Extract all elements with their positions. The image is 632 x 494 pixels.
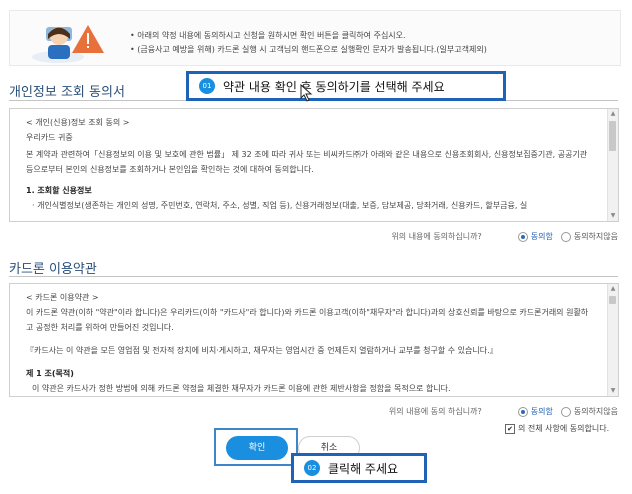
disagree-radio[interactable]: 동의하지않음 xyxy=(560,231,618,242)
disagree-label: 동의하지않음 xyxy=(573,232,618,241)
scroll-thumb[interactable] xyxy=(609,121,616,151)
callout-step-2: 02 클릭해 주세요 xyxy=(291,453,427,483)
disagree-label: 동의하지않음 xyxy=(573,407,618,416)
section-title-credit-info: 개인정보 조회 동의서 xyxy=(9,85,125,100)
agent-warning-illustration xyxy=(32,25,104,63)
callout-text: 클릭해 주세요 xyxy=(328,461,399,476)
checkbox-check-icon[interactable]: ✔ xyxy=(505,423,515,434)
terms-heading: < 카드론 이용약관 > xyxy=(26,293,99,302)
scroll-down-icon[interactable]: ▼ xyxy=(608,386,618,396)
terms-addressee: 우리카드 귀중 xyxy=(26,133,73,142)
terms-line: 이 약관은 카드사가 정한 방법에 의해 카드론 약정을 체결한 채무자가 카드… xyxy=(32,384,451,393)
cardloan-terms-box[interactable]: < 카드론 이용약관 > 이 카드론 약관(이하 "약관"이라 합니다)은 우리… xyxy=(9,283,619,397)
terms-paragraph-1: 이 카드론 약관(이하 "약관"이라 합니다)은 우리카드(이하 "카드사"라 … xyxy=(26,308,589,332)
scroll-thumb[interactable] xyxy=(609,296,616,304)
terms-bullet: · 개인식별정보(생존하는 개인의 성명, 주민번호, 연락처, 주소, 성별,… xyxy=(32,201,528,210)
agree-question: 위의 내용에 동의하십니까? xyxy=(391,232,482,241)
terms-subheading: 1. 조회할 신용정보 xyxy=(26,186,92,195)
disagree-radio[interactable]: 동의하지않음 xyxy=(560,406,618,417)
scroll-up-icon[interactable]: ▲ xyxy=(608,109,618,119)
section-divider xyxy=(9,276,618,277)
agree-question: 위의 내용에 동의 하십니까? xyxy=(388,407,482,416)
mouse-pointer-icon xyxy=(300,84,313,102)
terms-scrollbar[interactable]: ▲ ▼ xyxy=(607,109,618,221)
cardloan-agree-row: 위의 내용에 동의 하십니까? 동의함 동의하지않음 xyxy=(389,406,618,417)
terms-subheading: 제 1 조(목적) xyxy=(26,369,74,378)
credit-info-terms-box[interactable]: < 개인(신용)정보 조회 동의 > 우리카드 귀중 본 계약과 관련하여「신용… xyxy=(9,108,619,222)
callout-step-1: 01 약관 내용 확인 후 동의하기를 선택해 주세요 xyxy=(186,71,506,101)
terms-paragraph: 본 계약과 관련하여「신용정보의 이용 및 보호에 관한 법률」 제 32 조에… xyxy=(26,150,588,174)
confirm-button[interactable]: 확인 xyxy=(226,436,288,460)
step-number-badge: 02 xyxy=(304,460,320,476)
scroll-up-icon[interactable]: ▲ xyxy=(608,284,618,294)
agree-radio[interactable]: 동의함 xyxy=(517,406,553,417)
section-title-cardloan: 카드론 이용약관 xyxy=(9,262,97,277)
agree-all-label: 의 전체 사항에 동의합니다. xyxy=(518,424,610,433)
terms-scrollbar[interactable]: ▲ ▼ xyxy=(607,284,618,396)
notice-line-1: 아래의 약정 내용에 동의하시고 신청을 원하시면 확인 버튼을 클릭하여 주십… xyxy=(130,29,487,43)
agree-all-checkbox[interactable]: ✔ 의 전체 사항에 동의합니다. xyxy=(505,423,609,434)
callout-text: 약관 내용 확인 후 동의하기를 선택해 주세요 xyxy=(223,79,445,94)
step-number-badge: 01 xyxy=(199,78,215,94)
agree-label: 동의함 xyxy=(530,407,553,416)
terms-heading: < 개인(신용)정보 조회 동의 > xyxy=(26,118,130,127)
notice-box: 아래의 약정 내용에 동의하시고 신청을 원하시면 확인 버튼을 클릭하여 주십… xyxy=(9,10,621,66)
notice-line-2: (금융사고 예방을 위해) 카드론 실행 시 고객님의 핸드폰으로 실행확인 문… xyxy=(130,43,487,57)
scroll-down-icon[interactable]: ▼ xyxy=(608,211,618,221)
agree-label: 동의함 xyxy=(530,232,553,241)
terms-paragraph-2: 『카드사는 이 약관을 모든 영업점 및 전자적 장치에 비치·게시하고, 채무… xyxy=(26,346,498,355)
credit-info-agree-row: 위의 내용에 동의하십니까? 동의함 동의하지않음 xyxy=(391,231,618,242)
agree-radio[interactable]: 동의함 xyxy=(517,231,553,242)
